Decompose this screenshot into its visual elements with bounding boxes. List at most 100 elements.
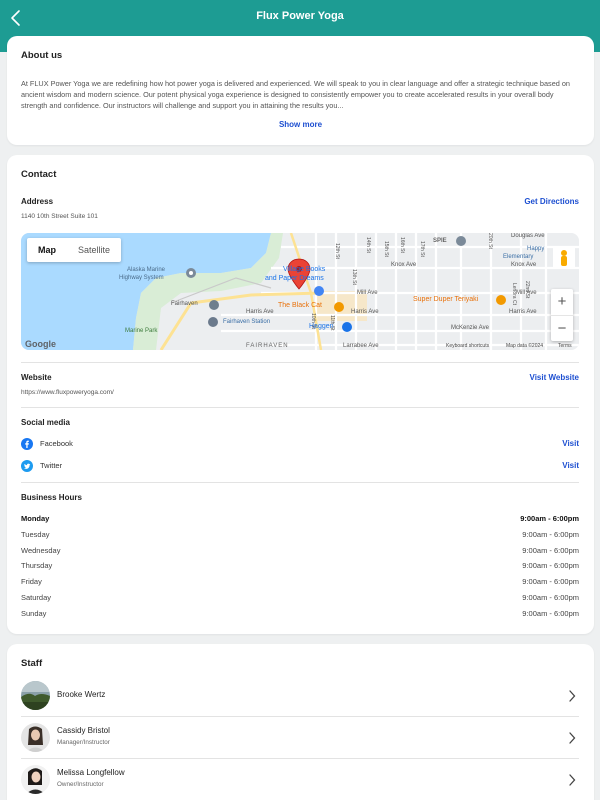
pegman-control[interactable] [551,247,573,269]
twitter-label: Twitter [40,461,63,470]
staff-name: Cassidy Bristol [57,726,110,735]
about-text: At FLUX Power Yoga we are redefining how… [21,79,570,110]
map-label: Knox Ave [511,262,537,268]
hours-day: Monday [21,514,50,523]
map-label: Mill Ave [357,290,378,296]
staff-card: Staff Brooke Wertz Cassidy Bristol Manag… [7,644,594,800]
map-label: Marine Park [125,328,158,334]
staff-row[interactable]: Melissa Longfellow Owner/Instructor [21,761,579,799]
social-twitter-row: Twitter Visit [21,460,579,474]
map-label: 17th St [419,241,425,257]
divider [21,758,579,759]
divider [21,407,579,408]
map-label: Super Duper Teriyaki [413,296,479,303]
map-label: Alaska Marine [127,267,166,273]
staff-role: Manager/Instructor [57,739,110,746]
hours-time: 9:00am - 6:00pm [522,561,579,570]
map-label: 22nd St [524,281,530,299]
map-label: Larrabee Ave [343,343,379,349]
map-label: Fairhaven [171,301,198,307]
map-data-text: Map data ©2024 [506,343,544,349]
facebook-visit-link[interactable]: Visit [562,439,579,448]
map-label: 10th St [310,313,316,329]
visit-website-link[interactable]: Visit Website [530,373,580,382]
social-media-label: Social media [21,418,70,427]
hours-day: Friday [21,577,42,586]
staff-name: Melissa Longfellow [57,768,125,777]
map-label: McKenzie Ave [451,325,489,331]
facebook-icon [21,438,33,450]
hours-day: Thursday [21,561,53,570]
map-label: 13th St [351,269,357,285]
about-title: About us [21,50,63,61]
staff-name: Brooke Wertz [57,690,106,699]
hours-row-tuesday: Tuesday 9:00am - 6:00pm [21,530,579,542]
contact-title: Contact [21,169,57,180]
map-view[interactable]: Map Satellite + − Alaska Marine Highway … [21,233,579,350]
contact-card: Contact Address Get Directions 1140 10th… [7,155,594,634]
map-label: 16th St [399,237,405,253]
page-title: Flux Power Yoga [256,10,344,22]
map-label: Fairhaven Station [223,319,271,325]
map-label: Elementary [503,254,534,260]
map-label: SPIE [433,238,447,244]
map-tab[interactable]: Map [27,238,67,262]
facebook-label: Facebook [40,439,73,448]
map-label: 15th St [383,241,389,257]
map-label: Happy [527,246,545,252]
map-label: Douglas Ave [511,233,545,239]
hours-time: 9:00am - 6:00pm [522,546,579,555]
chevron-right-icon [569,732,576,744]
map-label: Highway System [119,275,164,281]
about-card: About us At FLUX Power Yoga we are redef… [7,36,594,145]
avatar [21,765,50,794]
hours-time: 9:00am - 6:00pm [522,530,579,539]
map-label: The Black Cat [278,302,322,309]
map-label: Harris Ave [509,309,537,315]
keyboard-shortcuts-link[interactable]: Keyboard shortcuts [446,343,489,349]
hours-time: 9:00am - 6:00pm [520,514,579,523]
map-label: and Paper Dreams [265,275,324,282]
map-label: 12th St [334,243,340,259]
avatar [21,681,50,710]
hours-time: 9:00am - 6:00pm [522,577,579,586]
hours-row-sunday: Sunday 9:00am - 6:00pm [21,609,579,621]
satellite-tab[interactable]: Satellite [67,238,121,262]
map-label: 14th St [365,237,371,253]
twitter-icon [21,460,33,472]
hours-day: Sunday [21,609,47,618]
map-label: 20th St [487,233,493,249]
hours-row-friday: Friday 9:00am - 6:00pm [21,577,579,589]
zoom-in-button[interactable]: + [551,289,573,315]
map-type-toggle: Map Satellite [27,238,122,262]
zoom-out-button[interactable]: − [551,315,573,341]
hours-row-saturday: Saturday 9:00am - 6:00pm [21,593,579,605]
address-label: Address [21,197,54,206]
hours-row-thursday: Thursday 9:00am - 6:00pm [21,561,579,573]
avatar [21,723,50,752]
zoom-controls: + − [551,289,573,341]
address-value: 1140 10th Street Suite 101 [21,213,98,220]
get-directions-link[interactable]: Get Directions [524,197,579,206]
hours-day: Wednesday [21,546,61,555]
hours-day: Tuesday [21,530,50,539]
business-hours-label: Business Hours [21,493,82,502]
hours-time: 9:00am - 6:00pm [522,593,579,602]
map-label: Village Books [283,266,326,273]
hours-time: 9:00am - 6:00pm [522,609,579,618]
map-label: Harris Ave [351,309,379,315]
show-more-button[interactable]: Show more [7,120,594,129]
staff-row[interactable]: Cassidy Bristol Manager/Instructor [21,719,579,757]
chevron-right-icon [569,774,576,786]
divider [21,362,579,363]
chevron-right-icon [569,690,576,702]
staff-row[interactable]: Brooke Wertz [21,677,579,715]
map-label: FAIRHAVEN [246,343,289,349]
divider [21,716,579,717]
map-label: Lenora Ct [511,283,517,305]
staff-title: Staff [21,658,43,669]
twitter-visit-link[interactable]: Visit [562,461,579,470]
terms-link[interactable]: Terms [558,343,572,349]
divider [21,482,579,483]
website-url[interactable]: https://www.fluxpoweryoga.com/ [21,389,114,396]
